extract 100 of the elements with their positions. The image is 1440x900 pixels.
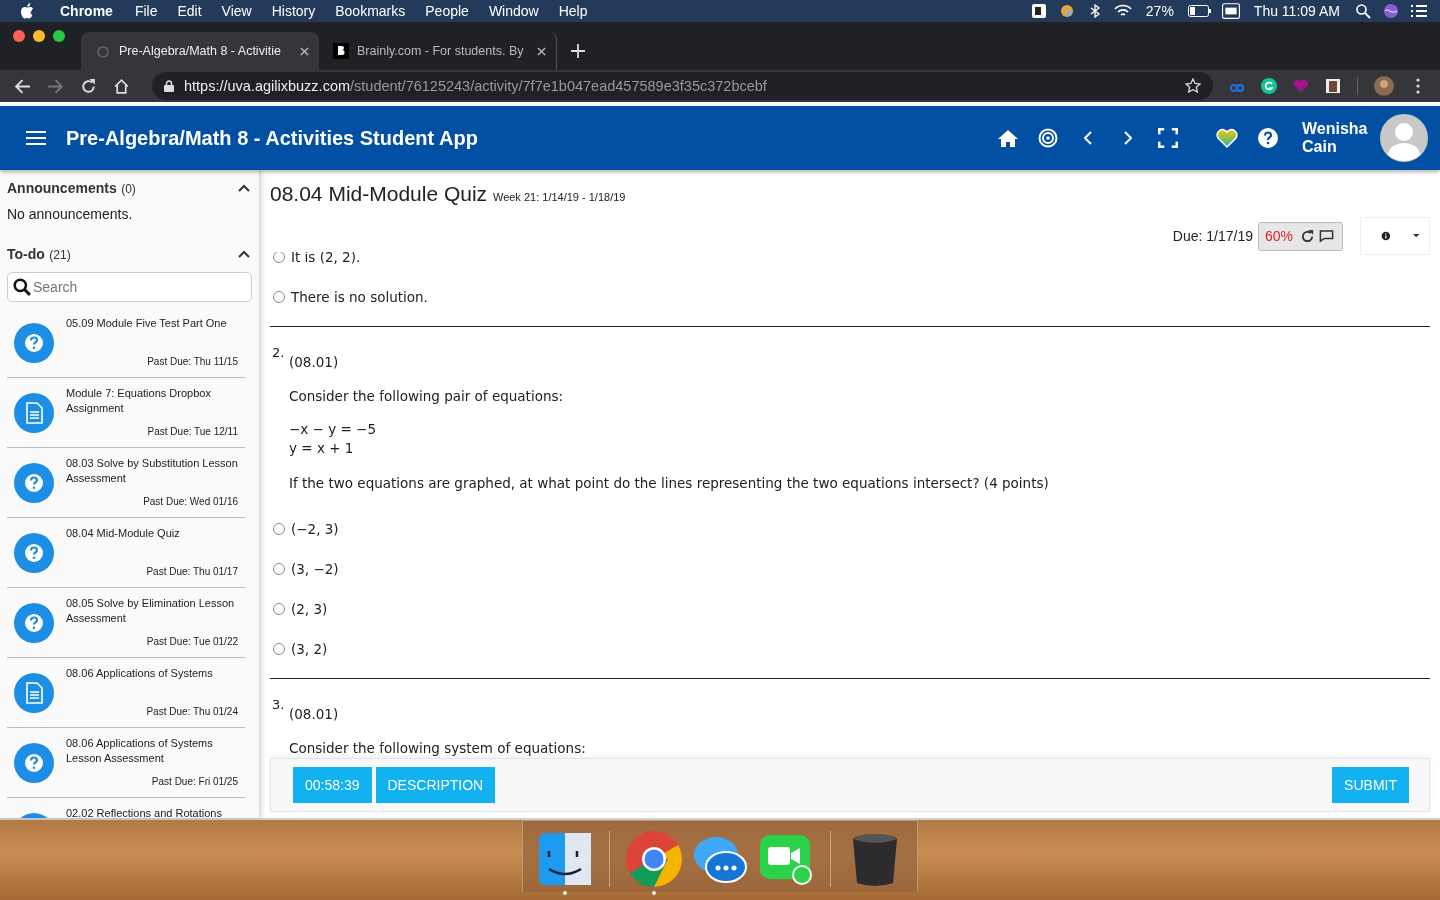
list-icon[interactable] xyxy=(1410,3,1428,19)
zoom-window-button[interactable] xyxy=(53,29,65,42)
question-number: 3. xyxy=(271,697,286,714)
due-date: Past Due: Thu 11/15 xyxy=(147,356,238,367)
radio-button[interactable] xyxy=(273,563,285,575)
new-tab-icon[interactable] xyxy=(571,44,585,58)
help-icon[interactable] xyxy=(1258,128,1278,148)
menu-item[interactable]: History xyxy=(271,3,316,19)
extension-icon[interactable] xyxy=(1325,78,1341,94)
due-date: Past Due: Thu 01/17 xyxy=(146,566,238,577)
menu-item[interactable]: Bookmarks xyxy=(335,3,406,19)
close-tab-icon[interactable] xyxy=(537,46,546,56)
app-status-icon[interactable] xyxy=(1029,3,1048,19)
menu-item[interactable]: Help xyxy=(558,3,588,19)
answer-option[interactable]: (3, −2) xyxy=(270,549,1430,589)
collapse-icon[interactable] xyxy=(238,250,250,258)
due-date: Due: 1/17/19 xyxy=(1172,228,1253,244)
document-icon xyxy=(14,673,54,713)
due-date: Past Due: Thu 01/24 xyxy=(146,706,238,717)
due-date: Past Due: Tue 12/11 xyxy=(147,426,238,437)
menu-icon[interactable] xyxy=(26,130,46,146)
target-icon[interactable] xyxy=(1038,128,1058,148)
user-avatar[interactable] xyxy=(1380,114,1428,162)
question-icon xyxy=(14,463,54,503)
todo-item[interactable]: 08.04 Mid-Module Quiz Past Due: Thu 01/17 xyxy=(7,518,245,588)
home-icon[interactable] xyxy=(113,77,130,95)
radio-button[interactable] xyxy=(273,252,285,263)
item-title: 05.09 Module Five Test Part One xyxy=(66,316,228,331)
empty-message: No announcements. xyxy=(7,206,134,222)
week-range: Week 21: 1/14/19 - 1/18/19 xyxy=(492,191,626,203)
section-title: Announcements (0) xyxy=(7,179,136,197)
address-bar[interactable]: https://uva.agilixbuzz.com/student/76125243/activity/7f7e1b047ead457589e3f35c372bcebf xyxy=(152,72,1213,100)
todo-item[interactable]: 08.03 Solve by Substitution Lesson Assessment Past Due: Wed 01/16 xyxy=(7,448,245,518)
todo-item[interactable]: Module 7: Equations Dropbox Assignment Past Due: Tue 12/11 xyxy=(7,378,245,448)
finder-icon[interactable] xyxy=(537,831,593,887)
user-name[interactable]: Wenisha Cain xyxy=(1302,120,1374,156)
collapse-icon[interactable] xyxy=(238,184,250,192)
todo-item[interactable]: 08.05 Solve by Elimination Lesson Assessment Past Due: Tue 01/22 xyxy=(7,588,245,658)
next-icon[interactable] xyxy=(1123,130,1133,146)
menu-item[interactable]: File xyxy=(134,3,158,19)
info-dropdown[interactable] xyxy=(1360,217,1430,255)
item-title: 08.06 Applications of Systems xyxy=(66,666,214,681)
answer-option[interactable]: It is (2, 2). xyxy=(270,252,1430,277)
search-icon[interactable] xyxy=(1354,3,1372,19)
close-window-button[interactable] xyxy=(13,29,25,42)
item-title: 08.04 Mid-Module Quiz xyxy=(66,526,181,541)
question-icon xyxy=(14,323,54,363)
todo-item[interactable]: 08.06 Applications of Systems Lesson Assessment Past Due: Fri 01/25 xyxy=(7,728,245,798)
equation: −x − y = −5 xyxy=(289,420,377,439)
heart-icon[interactable] xyxy=(1216,128,1238,148)
app-title: Pre-Algebra/Math 8 - Activities Student App xyxy=(66,126,478,150)
fullscreen-icon[interactable] xyxy=(1158,128,1178,148)
menu-item[interactable]: Window xyxy=(488,3,539,19)
question-icon xyxy=(14,603,54,643)
menu-item[interactable]: People xyxy=(425,3,469,19)
question-text: If the two equations are graphed, at what point do the lines representing the two equations intersect? (4 points) xyxy=(289,475,1050,491)
answer-option[interactable]: (2, 3) xyxy=(270,589,1430,629)
menu-item[interactable]: View xyxy=(221,3,252,19)
lock-icon xyxy=(164,80,174,92)
question-icon xyxy=(14,533,54,573)
star-icon[interactable] xyxy=(1185,78,1201,94)
tab-favicon xyxy=(95,43,111,59)
keyboard-icon[interactable] xyxy=(1221,3,1240,19)
item-title: 08.05 Solve by Elimination Lesson Assessment xyxy=(66,596,236,626)
todo-item[interactable]: 08.06 Applications of Systems Past Due: Thu 01/24 xyxy=(7,658,245,728)
back-icon[interactable] xyxy=(14,77,31,95)
close-tab-icon[interactable] xyxy=(300,46,309,56)
previous-icon[interactable] xyxy=(1083,130,1093,146)
info-icon xyxy=(1381,229,1391,243)
reload-icon[interactable] xyxy=(80,77,97,95)
browser-tab[interactable]: Pre-Algebra/Math 8 - Activitie xyxy=(81,32,319,70)
chrome-icon[interactable] xyxy=(626,831,682,887)
section-title: To-do (21) xyxy=(7,245,71,263)
answer-option[interactable]: There is no solution. xyxy=(270,277,1430,317)
profile-avatar[interactable] xyxy=(1374,76,1394,96)
clock: Thu 11:09 AM xyxy=(1253,3,1340,19)
answer-option[interactable]: (3, 2) xyxy=(270,629,1430,669)
todo-item[interactable]: 05.09 Module Five Test Part One Past Due: Thu 11/15 xyxy=(7,308,245,378)
answer-option[interactable]: (−2, 3) xyxy=(270,509,1430,549)
menu-item[interactable]: Edit xyxy=(177,3,202,19)
score-badge[interactable]: 60% xyxy=(1257,221,1343,251)
radio-button[interactable] xyxy=(273,643,285,655)
radio-button[interactable] xyxy=(273,603,285,615)
due-date: Past Due: Tue 01/22 xyxy=(146,636,238,647)
apple-icon[interactable] xyxy=(20,3,34,19)
question-prompt: Consider the following pair of equations: xyxy=(289,388,565,404)
battery-icon[interactable] xyxy=(1187,5,1212,17)
search-icon xyxy=(13,278,31,296)
question-code: (08.01) xyxy=(289,706,340,722)
wifi-icon[interactable] xyxy=(1113,3,1132,19)
forward-icon[interactable] xyxy=(47,77,64,95)
home-icon[interactable] xyxy=(998,128,1018,148)
radio-button[interactable] xyxy=(273,523,285,535)
search-field[interactable]: Search xyxy=(7,272,252,302)
due-date: Past Due: Wed 01/16 xyxy=(143,496,238,507)
radio-button[interactable] xyxy=(273,291,285,303)
caret-icon xyxy=(1412,233,1419,239)
menu-item[interactable]: Chrome xyxy=(60,3,113,19)
minimize-window-button[interactable] xyxy=(33,29,45,42)
siri-icon[interactable] xyxy=(1382,3,1400,19)
